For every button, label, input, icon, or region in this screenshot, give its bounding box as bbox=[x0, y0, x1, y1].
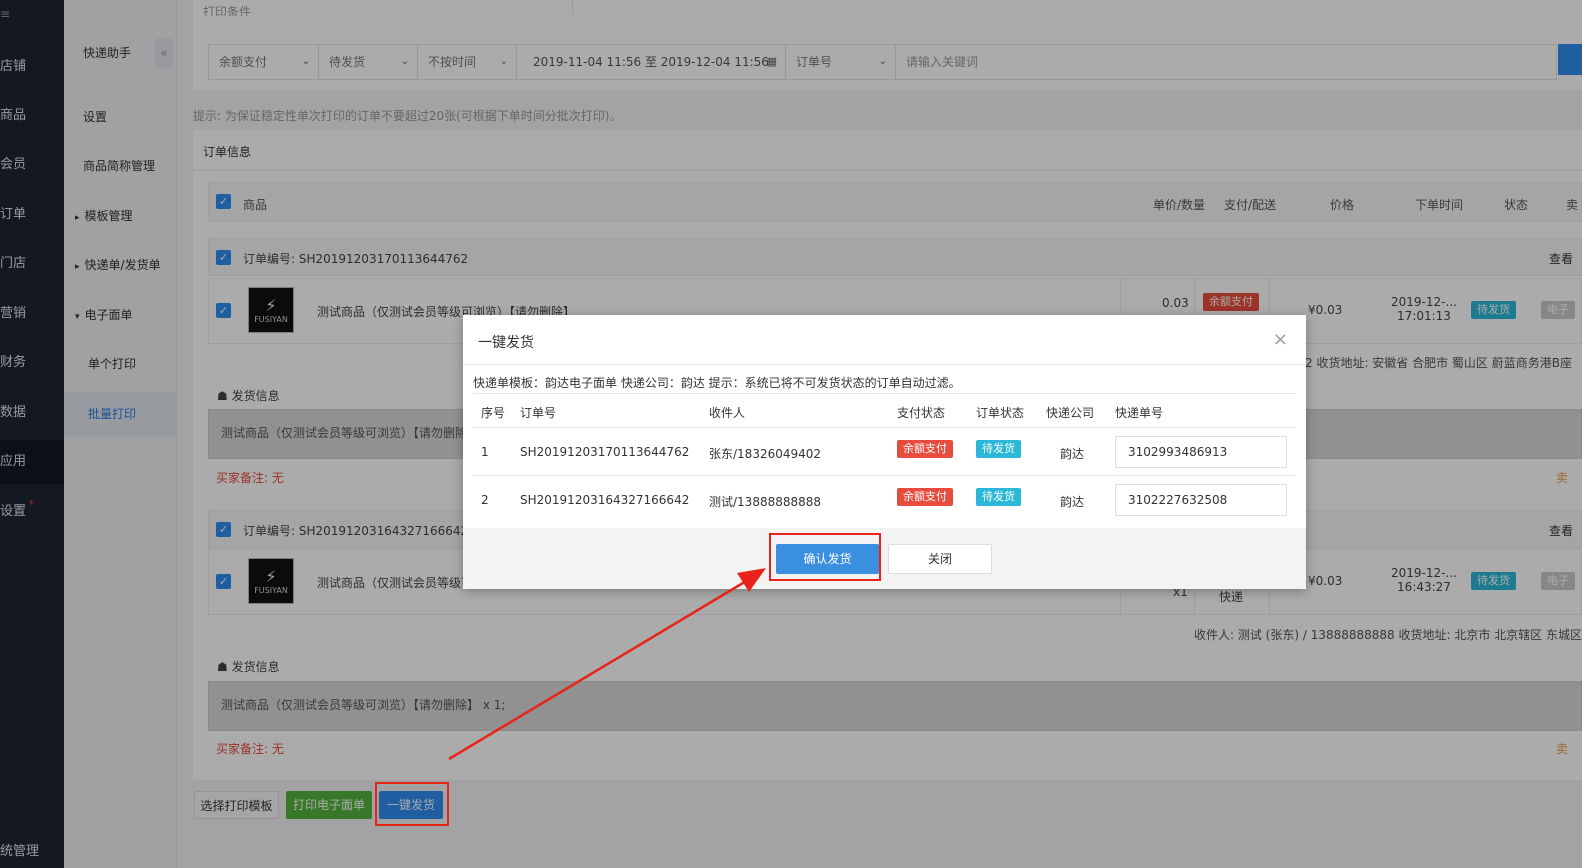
annotation-arrow bbox=[448, 568, 766, 761]
arrow-line bbox=[448, 578, 749, 761]
arrow-head-icon bbox=[737, 568, 766, 592]
